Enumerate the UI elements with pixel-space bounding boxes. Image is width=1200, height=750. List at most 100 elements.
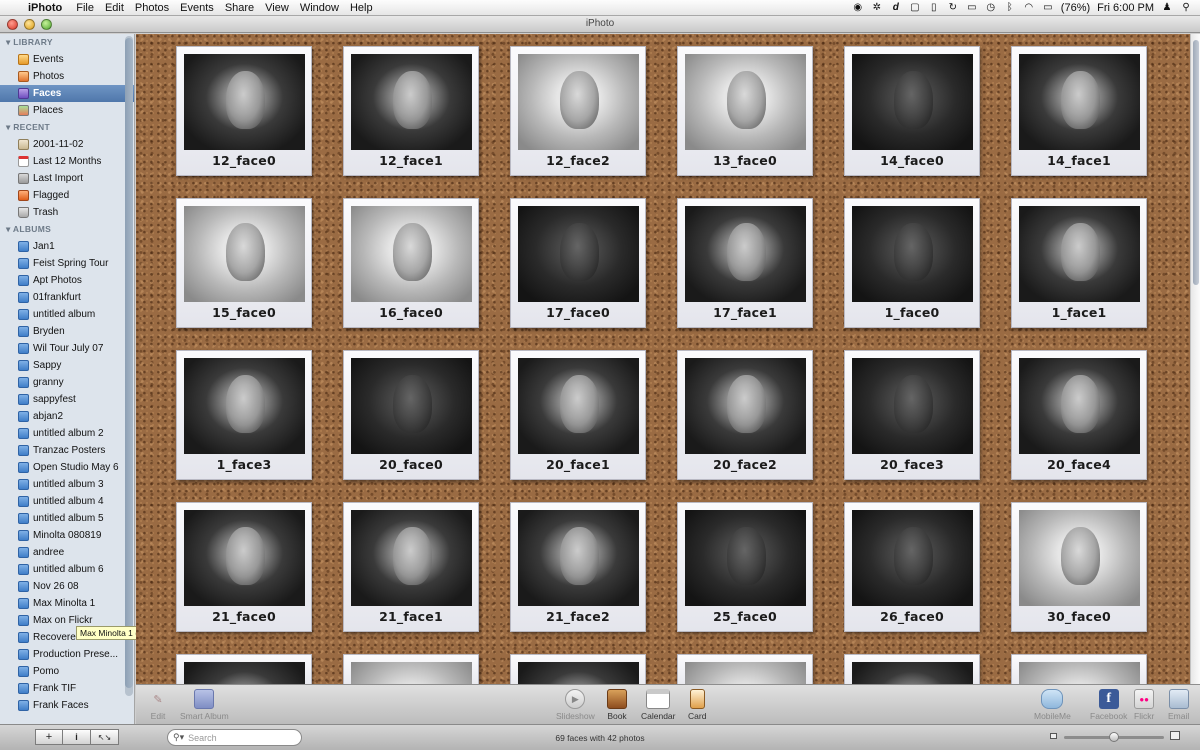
face-name-label[interactable]: 26_face0: [852, 606, 972, 628]
sidebar-item[interactable]: Bryden: [0, 323, 134, 340]
face-card[interactable]: 14_face1: [1011, 46, 1147, 176]
face-name-label[interactable]: 14_face1: [1019, 150, 1139, 172]
sidebar-item[interactable]: Apt Photos: [0, 272, 134, 289]
main-scroll-thumb[interactable]: [1193, 40, 1199, 285]
zoom-knob[interactable]: [1109, 732, 1119, 742]
sidebar-item[interactable]: untitled album 2: [0, 425, 134, 442]
face-name-label[interactable]: 25_face0: [685, 606, 805, 628]
face-card[interactable]: 21_face0: [176, 502, 312, 632]
sidebar-item[interactable]: granny: [0, 374, 134, 391]
menu-help[interactable]: Help: [350, 2, 382, 14]
face-name-label[interactable]: 17_face0: [518, 302, 638, 324]
sidebar-item[interactable]: untitled album: [0, 306, 134, 323]
sidebar-item[interactable]: Minolta 080819: [0, 527, 134, 544]
window-icon[interactable]: ▢: [909, 2, 921, 13]
smart-album-button[interactable]: Smart Album: [180, 689, 229, 721]
bluetooth-icon[interactable]: ᛒ: [1004, 2, 1016, 13]
menu-clock[interactable]: Fri 6:00 PM: [1097, 2, 1154, 14]
face-card[interactable]: 1_face3: [176, 350, 312, 480]
zoom-slider[interactable]: [1050, 731, 1185, 743]
sidebar-item[interactable]: Photos: [0, 68, 134, 85]
sidebar-scrollbar[interactable]: [125, 36, 133, 696]
sidebar-item[interactable]: Nov 26 08: [0, 578, 134, 595]
face-name-label[interactable]: 14_face0: [852, 150, 972, 172]
face-card[interactable]: 21_face1: [343, 502, 479, 632]
email-button[interactable]: Email: [1168, 689, 1189, 721]
face-card[interactable]: 20_face1: [510, 350, 646, 480]
face-card[interactable]: 21_face2: [510, 502, 646, 632]
sidebar-scroll-thumb[interactable]: [125, 38, 133, 688]
sync-icon[interactable]: ↻: [947, 2, 959, 13]
face-name-label[interactable]: 30_face0: [1019, 606, 1139, 628]
spotlight-icon[interactable]: ⚲: [1180, 2, 1192, 13]
face-card[interactable]: 30_face0: [1011, 502, 1147, 632]
face-name-label[interactable]: 12_face2: [518, 150, 638, 172]
face-card[interactable]: 13_face0: [677, 46, 813, 176]
face-card[interactable]: [844, 654, 980, 684]
sidebar-item[interactable]: Last Import: [0, 170, 134, 187]
face-name-label[interactable]: 15_face0: [184, 302, 304, 324]
face-card[interactable]: 12_face1: [343, 46, 479, 176]
face-card[interactable]: [176, 654, 312, 684]
face-name-label[interactable]: 1_face0: [852, 302, 972, 324]
face-name-label[interactable]: 13_face0: [685, 150, 805, 172]
face-name-label[interactable]: 1_face1: [1019, 302, 1139, 324]
face-card[interactable]: [677, 654, 813, 684]
sidebar-item[interactable]: Feist Spring Tour: [0, 255, 134, 272]
face-name-label[interactable]: 1_face3: [184, 454, 304, 476]
clipboard-icon[interactable]: ▯: [928, 2, 940, 13]
battery-icon[interactable]: ▭: [1042, 2, 1054, 13]
sidebar-item[interactable]: Flagged: [0, 187, 134, 204]
sidebar-item[interactable]: 2001-11-02: [0, 136, 134, 153]
card-button[interactable]: Card: [688, 689, 706, 721]
face-card[interactable]: 15_face0: [176, 198, 312, 328]
face-name-label[interactable]: 20_face0: [351, 454, 471, 476]
sidebar-item[interactable]: Events: [0, 51, 134, 68]
menu-file[interactable]: File: [76, 2, 103, 14]
menu-window[interactable]: Window: [300, 2, 348, 14]
face-card[interactable]: [343, 654, 479, 684]
flickr-button[interactable]: ●● Flickr: [1134, 689, 1154, 721]
menu-edit[interactable]: Edit: [105, 2, 133, 14]
sidebar-item[interactable]: Last 12 Months: [0, 153, 134, 170]
sidebar-item[interactable]: Wil Tour July 07: [0, 340, 134, 357]
face-name-label[interactable]: 20_face2: [685, 454, 805, 476]
display-icon[interactable]: ▭: [966, 2, 978, 13]
sidebar-section-header[interactable]: ▾ RECENT: [0, 119, 134, 136]
face-card[interactable]: 12_face0: [176, 46, 312, 176]
face-name-label[interactable]: 21_face2: [518, 606, 638, 628]
calendar-button[interactable]: Calendar: [641, 689, 676, 721]
sidebar-item[interactable]: Places: [0, 102, 134, 119]
face-card[interactable]: 20_face0: [343, 350, 479, 480]
face-card[interactable]: 17_face1: [677, 198, 813, 328]
sidebar-item[interactable]: Jan1: [0, 238, 134, 255]
sidebar-item[interactable]: Frank TIF: [0, 680, 134, 697]
menu-view[interactable]: View: [265, 2, 298, 14]
menu-events[interactable]: Events: [180, 2, 223, 14]
sidebar-item[interactable]: untitled album 6: [0, 561, 134, 578]
sidebar-item[interactable]: Trash: [0, 204, 134, 221]
face-name-label[interactable]: 12_face0: [184, 150, 304, 172]
face-card[interactable]: [1011, 654, 1147, 684]
gear-icon[interactable]: ✲: [871, 2, 883, 13]
face-card[interactable]: 1_face0: [844, 198, 980, 328]
sidebar-item[interactable]: andree: [0, 544, 134, 561]
book-button[interactable]: Book: [607, 689, 627, 721]
sidebar-item[interactable]: abjan2: [0, 408, 134, 425]
sidebar-item[interactable]: Tranzac Posters: [0, 442, 134, 459]
face-card[interactable]: 16_face0: [343, 198, 479, 328]
edit-button[interactable]: ✎ Edit: [148, 689, 168, 722]
time-machine-icon[interactable]: ◷: [985, 2, 997, 13]
sidebar-item[interactable]: Pomo: [0, 663, 134, 680]
face-name-label[interactable]: 16_face0: [351, 302, 471, 324]
face-card[interactable]: 20_face4: [1011, 350, 1147, 480]
face-name-label[interactable]: 21_face0: [184, 606, 304, 628]
user-icon[interactable]: ♟: [1161, 2, 1173, 13]
sidebar-item[interactable]: sappyfest: [0, 391, 134, 408]
menu-app[interactable]: iPhoto: [28, 2, 74, 14]
face-card[interactable]: 20_face3: [844, 350, 980, 480]
sidebar-item[interactable]: 01frankfurt: [0, 289, 134, 306]
face-card[interactable]: 1_face1: [1011, 198, 1147, 328]
face-name-label[interactable]: 21_face1: [351, 606, 471, 628]
sidebar-item[interactable]: untitled album 4: [0, 493, 134, 510]
